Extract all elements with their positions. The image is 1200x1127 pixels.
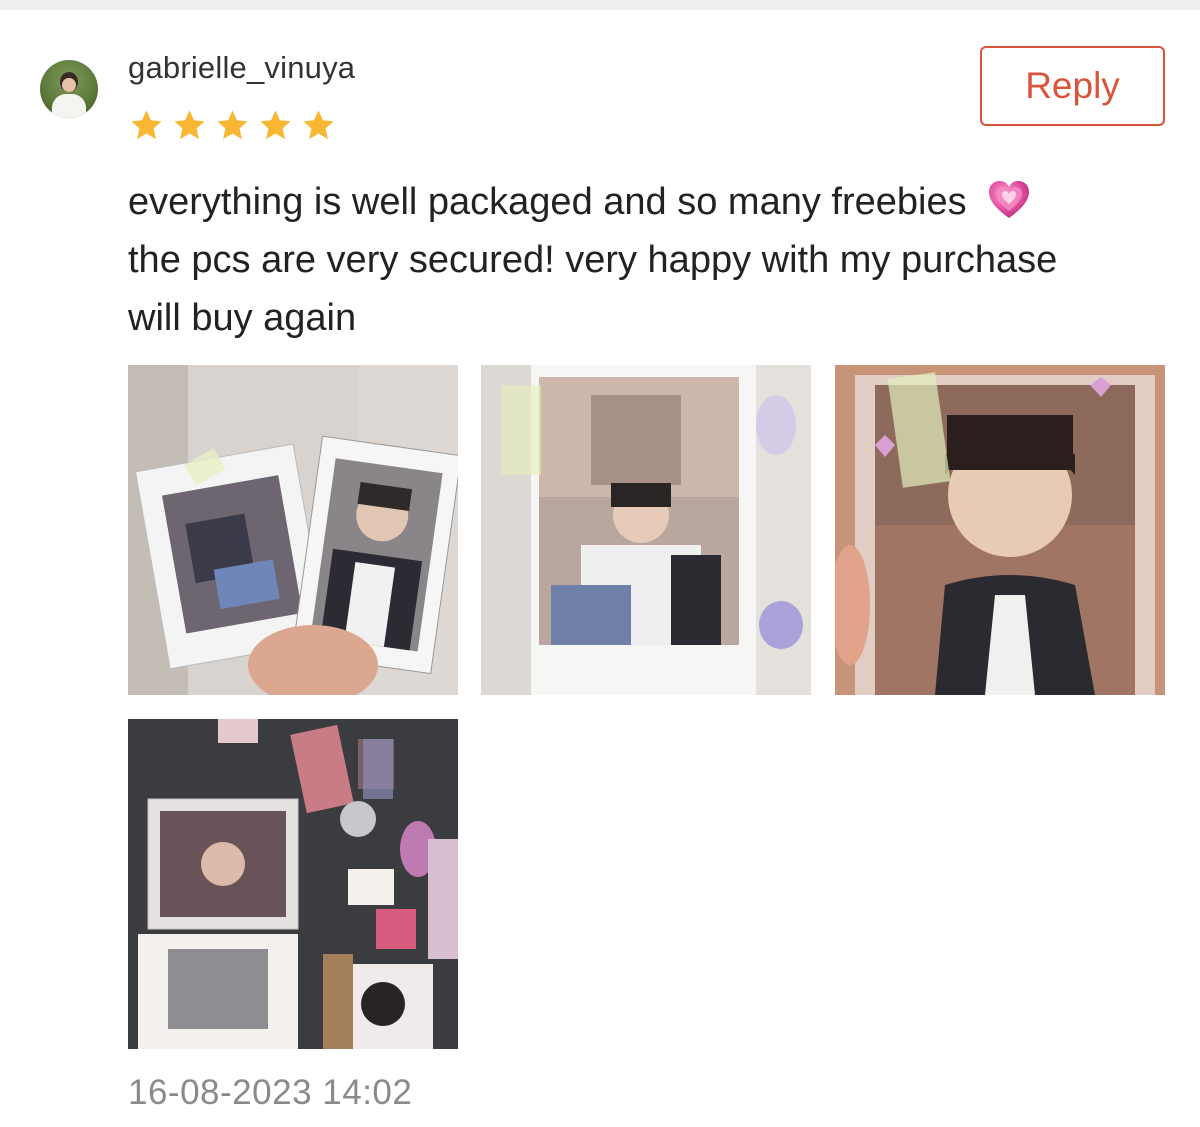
sparkling-heart-icon [989, 181, 1030, 218]
review-photo-4[interactable] [128, 719, 458, 1049]
review-text: everything is well packaged and so many … [128, 173, 1178, 347]
star-icon [217, 110, 248, 140]
review-photo-1[interactable] [128, 365, 458, 695]
review-card: gabrielle_vinuya Reply everything is wel… [0, 10, 1200, 1127]
top-divider [0, 0, 1200, 10]
review-photo-2[interactable] [481, 365, 811, 695]
reply-button[interactable]: Reply [980, 46, 1165, 126]
star-icon [303, 110, 334, 140]
star-icon [131, 110, 162, 140]
avatar[interactable] [40, 60, 98, 118]
rating-stars [128, 107, 337, 144]
star-icon [260, 110, 291, 140]
review-timestamp: 16-08-2023 14:02 [128, 1073, 413, 1112]
review-text-line: the pcs are very secured! very happy wit… [128, 239, 1058, 281]
review-text-line: everything is well packaged and so many … [128, 173, 1178, 231]
review-photo-3[interactable] [835, 365, 1165, 695]
review-text-line: will buy again [128, 297, 357, 339]
username[interactable]: gabrielle_vinuya [128, 50, 355, 86]
star-icon [174, 110, 205, 140]
